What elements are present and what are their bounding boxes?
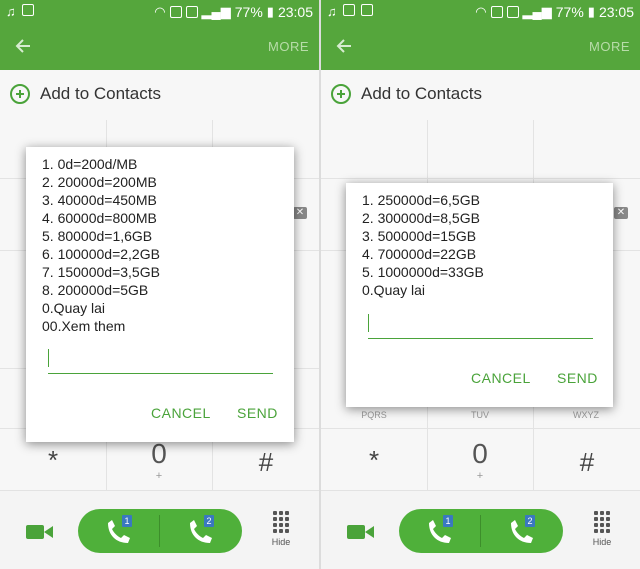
- plus-label: +: [476, 470, 484, 482]
- call-button-group: 1 2: [78, 509, 242, 553]
- menu-line: 1. 0d=200d/MB: [42, 156, 138, 172]
- plus-label: +: [155, 470, 163, 482]
- hide-label: Hide: [271, 537, 291, 547]
- app-bar: MORE: [0, 24, 319, 70]
- battery-percent: 77%: [234, 4, 263, 20]
- menu-line: 8. 200000d=5GB: [42, 282, 149, 298]
- key-wxyz-letters: WXYZ: [573, 410, 599, 420]
- zero-key[interactable]: 0: [460, 438, 500, 470]
- status-bar: ♫ ◠ ▂▄▆ 77% ▮ 23:05: [0, 0, 319, 24]
- call-separator: [159, 515, 160, 547]
- phone-screen-right: ♫ ◠ ▂▄▆ 77% ▮ 23:05 MORE Add to Contacts…: [321, 0, 640, 569]
- add-to-contacts-label: Add to Contacts: [361, 84, 482, 103]
- menu-line: 0.Quay lai: [362, 282, 426, 298]
- music-notification-icon: ♫: [327, 4, 337, 19]
- signal-icon: [506, 6, 519, 18]
- menu-line: 2. 300000d=8,5GB: [362, 210, 480, 226]
- ussd-dialog-right: 1. 250000d=6,5GB 2. 300000d=8,5GB 3. 500…: [346, 183, 613, 407]
- send-button[interactable]: SEND: [557, 370, 598, 386]
- back-arrow-icon[interactable]: [333, 34, 355, 58]
- more-button[interactable]: MORE: [589, 39, 630, 54]
- add-to-contacts-label: Add to Contacts: [40, 84, 161, 103]
- send-button[interactable]: SEND: [237, 405, 278, 421]
- menu-line: 4. 700000d=22GB: [362, 246, 477, 262]
- key-pqrs-letters: PQRS: [361, 410, 387, 420]
- menu-line: 4. 60000d=800MB: [42, 210, 157, 226]
- key-tuv-letters: TUV: [471, 410, 489, 420]
- menu-line: 3. 500000d=15GB: [362, 228, 477, 244]
- clock: 23:05: [598, 4, 634, 20]
- sim2-badge: 2: [204, 515, 214, 527]
- hide-keypad-button[interactable]: Hide: [266, 511, 296, 547]
- battery-icon: ▮: [587, 4, 595, 19]
- video-call-icon[interactable]: [26, 524, 54, 540]
- keypad-grid-icon: [587, 511, 617, 533]
- delete-icon[interactable]: ✕: [614, 207, 628, 219]
- wifi-icon: ◠: [154, 4, 166, 19]
- keypad-divider: [321, 428, 640, 429]
- add-icon: [331, 84, 351, 104]
- ussd-message: 1. 250000d=6,5GB 2. 300000d=8,5GB 3. 500…: [362, 191, 484, 299]
- add-to-contacts-button[interactable]: Add to Contacts: [10, 84, 161, 104]
- star-key[interactable]: *: [23, 445, 83, 476]
- signal-bars-icon: ▂▄▆: [201, 4, 231, 19]
- video-call-icon[interactable]: [347, 524, 375, 540]
- star-key[interactable]: *: [344, 445, 404, 476]
- signal-icon: [185, 6, 198, 18]
- call-button-group: 1 2: [399, 509, 563, 553]
- back-arrow-icon[interactable]: [12, 34, 34, 58]
- ussd-dialog-left: 1. 0d=200d/MB 2. 20000d=200MB 3. 40000d=…: [26, 147, 294, 442]
- add-to-contacts-button[interactable]: Add to Contacts: [331, 84, 482, 104]
- hash-key[interactable]: #: [236, 447, 296, 478]
- more-button[interactable]: MORE: [268, 39, 309, 54]
- menu-line: 0.Quay lai: [42, 300, 106, 316]
- battery-percent: 77%: [555, 4, 584, 20]
- hide-label: Hide: [592, 537, 612, 547]
- sim1-badge: 1: [443, 515, 453, 527]
- cancel-button[interactable]: CANCEL: [471, 370, 531, 386]
- status-bar: ♫ ◠ ▂▄▆ 77% ▮ 23:05: [321, 0, 640, 24]
- keypad-divider: [321, 178, 640, 179]
- ussd-message: 1. 0d=200d/MB 2. 20000d=200MB 3. 40000d=…: [42, 155, 160, 335]
- wifi-icon: ◠: [475, 4, 487, 19]
- call-separator: [480, 515, 481, 547]
- sim2-badge: 2: [525, 515, 535, 527]
- menu-line: 5. 80000d=1,6GB: [42, 228, 153, 244]
- mail-notification-icon: [360, 4, 373, 16]
- delete-icon[interactable]: ✕: [293, 207, 307, 219]
- ussd-reply-input[interactable]: [368, 338, 593, 339]
- cancel-button[interactable]: CANCEL: [151, 405, 211, 421]
- text-cursor: [368, 314, 369, 332]
- hide-keypad-button[interactable]: Hide: [587, 511, 617, 547]
- hash-key[interactable]: #: [557, 447, 617, 478]
- menu-line: 1. 250000d=6,5GB: [362, 192, 480, 208]
- menu-line: 7. 150000d=3,5GB: [42, 264, 160, 280]
- music-notification-icon: ♫: [6, 4, 16, 19]
- signal-bars-icon: ▂▄▆: [522, 4, 552, 19]
- bottom-bar: 1 2 Hide: [0, 490, 319, 569]
- app-bar: MORE: [321, 24, 640, 70]
- zero-key[interactable]: 0: [139, 438, 179, 470]
- menu-line: 00.Xem them: [42, 318, 126, 334]
- bottom-bar: 1 2 Hide: [321, 490, 640, 569]
- image-notification-icon: [342, 4, 355, 16]
- menu-line: 5. 1000000d=33GB: [362, 264, 484, 280]
- menu-line: 3. 40000d=450MB: [42, 192, 157, 208]
- sim-icon: [169, 6, 182, 18]
- mail-notification-icon: [21, 4, 34, 16]
- battery-icon: ▮: [266, 4, 274, 19]
- ussd-reply-input[interactable]: [48, 373, 273, 374]
- keypad-grid-icon: [266, 511, 296, 533]
- sim1-badge: 1: [122, 515, 132, 527]
- menu-line: 6. 100000d=2,2GB: [42, 246, 160, 262]
- clock: 23:05: [277, 4, 313, 20]
- menu-line: 2. 20000d=200MB: [42, 174, 157, 190]
- sim-icon: [490, 6, 503, 18]
- text-cursor: [48, 349, 49, 367]
- phone-screen-left: ♫ ◠ ▂▄▆ 77% ▮ 23:05 MORE Add to Contacts…: [0, 0, 319, 569]
- add-icon: [10, 84, 30, 104]
